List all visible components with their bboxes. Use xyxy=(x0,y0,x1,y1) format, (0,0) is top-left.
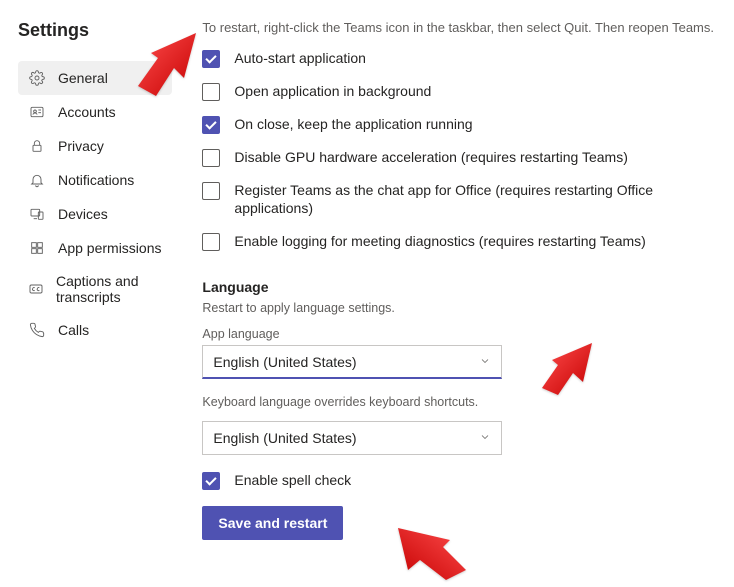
checkbox-icon[interactable] xyxy=(202,233,220,251)
app-language-label: App language xyxy=(202,327,714,341)
sidebar-item-notifications[interactable]: Notifications xyxy=(18,163,172,197)
option-spell-check[interactable]: Enable spell check xyxy=(202,471,714,490)
sidebar-item-calls[interactable]: Calls xyxy=(18,313,172,347)
checkbox-icon[interactable] xyxy=(202,182,220,200)
phone-icon xyxy=(28,321,46,339)
keyboard-language-select[interactable]: English (United States) xyxy=(202,421,502,455)
sidebar-item-label: Captions and transcripts xyxy=(56,273,162,305)
checkbox-icon[interactable] xyxy=(202,50,220,68)
save-and-restart-button[interactable]: Save and restart xyxy=(202,506,343,540)
option-open-background[interactable]: Open application in background xyxy=(202,82,714,101)
checkbox-icon[interactable] xyxy=(202,472,220,490)
option-label: On close, keep the application running xyxy=(234,115,472,134)
language-heading: Language xyxy=(202,279,714,295)
sidebar-item-label: Notifications xyxy=(58,172,134,188)
chevron-down-icon xyxy=(479,354,491,370)
cc-icon xyxy=(28,280,44,298)
sidebar-item-label: Calls xyxy=(58,322,89,338)
app-language-select[interactable]: English (United States) xyxy=(202,345,502,379)
option-label: Enable logging for meeting diagnostics (… xyxy=(234,232,645,251)
sidebar-item-accounts[interactable]: Accounts xyxy=(18,95,172,129)
sidebar-item-label: General xyxy=(58,70,108,86)
option-label: Auto-start application xyxy=(234,49,366,68)
keyboard-language-hint: Keyboard language overrides keyboard sho… xyxy=(202,395,714,409)
option-label: Disable GPU hardware acceleration (requi… xyxy=(234,148,627,167)
checkbox-icon[interactable] xyxy=(202,149,220,167)
sidebar-item-privacy[interactable]: Privacy xyxy=(18,129,172,163)
option-on-close-running[interactable]: On close, keep the application running xyxy=(202,115,714,134)
grid-icon xyxy=(28,239,46,257)
select-value: English (United States) xyxy=(213,354,356,370)
sidebar-item-general[interactable]: General xyxy=(18,61,172,95)
sidebar-item-captions[interactable]: Captions and transcripts xyxy=(18,265,172,313)
sidebar-item-app-permissions[interactable]: App permissions xyxy=(18,231,172,265)
restart-hint-truncated: To restart, right-click the Teams icon i… xyxy=(202,20,714,35)
lock-icon xyxy=(28,137,46,155)
option-label: Register Teams as the chat app for Offic… xyxy=(234,181,654,219)
option-label: Enable spell check xyxy=(234,471,351,490)
option-register-chat-app[interactable]: Register Teams as the chat app for Offic… xyxy=(202,181,714,219)
page-title: Settings xyxy=(18,20,172,41)
sidebar-item-label: App permissions xyxy=(58,240,162,256)
option-label: Open application in background xyxy=(234,82,431,101)
sidebar-item-label: Privacy xyxy=(58,138,104,154)
sidebar-item-devices[interactable]: Devices xyxy=(18,197,172,231)
option-enable-logging[interactable]: Enable logging for meeting diagnostics (… xyxy=(202,232,714,251)
checkbox-icon[interactable] xyxy=(202,116,220,134)
bell-icon xyxy=(28,171,46,189)
option-disable-gpu[interactable]: Disable GPU hardware acceleration (requi… xyxy=(202,148,714,167)
sidebar-item-label: Devices xyxy=(58,206,108,222)
devices-icon xyxy=(28,205,46,223)
gear-icon xyxy=(28,69,46,87)
chevron-down-icon xyxy=(479,430,491,446)
option-auto-start[interactable]: Auto-start application xyxy=(202,49,714,68)
application-options: Auto-start application Open application … xyxy=(202,49,714,251)
sidebar-item-label: Accounts xyxy=(58,104,116,120)
id-card-icon xyxy=(28,103,46,121)
sidebar-nav: General Accounts Privacy Notifications xyxy=(18,61,172,347)
language-restart-hint: Restart to apply language settings. xyxy=(202,301,714,315)
checkbox-icon[interactable] xyxy=(202,83,220,101)
select-value: English (United States) xyxy=(213,430,356,446)
